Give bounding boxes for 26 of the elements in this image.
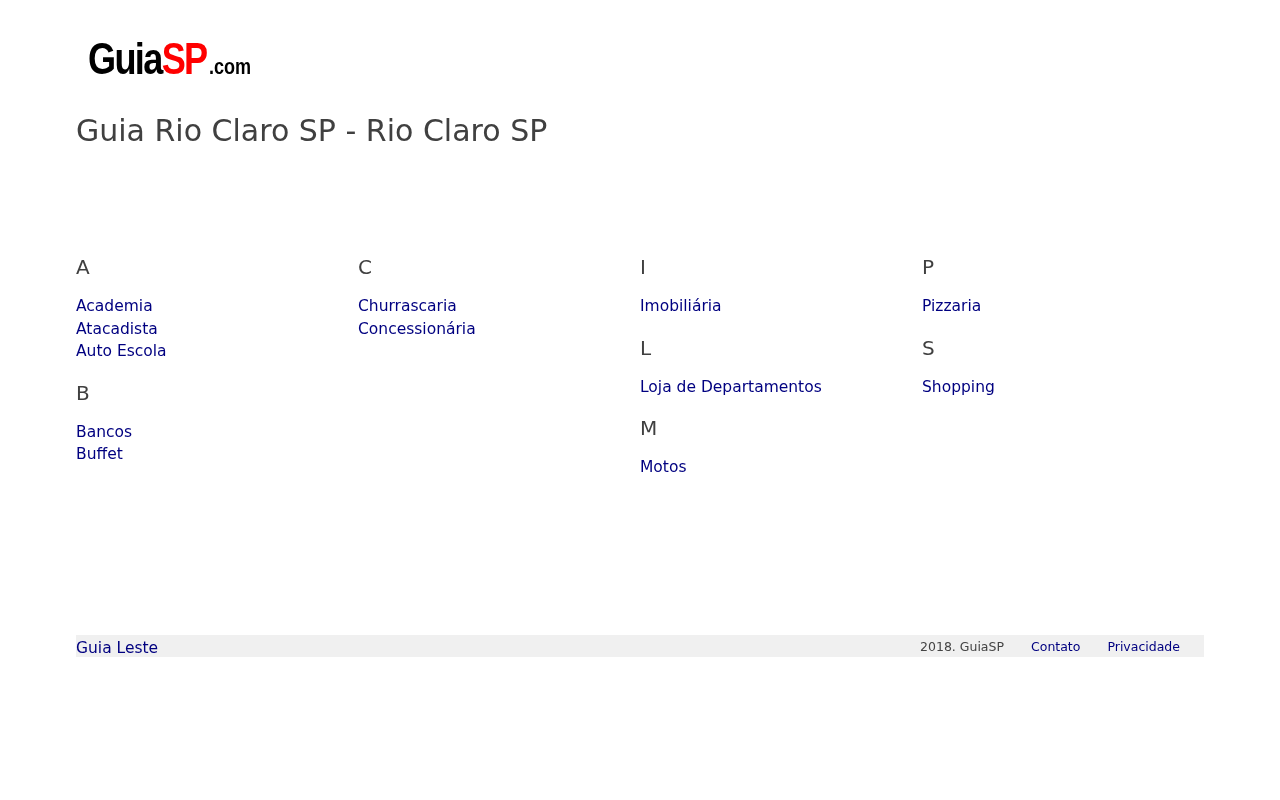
letter-heading: I [640, 255, 647, 279]
category-link[interactable]: Motos [640, 456, 687, 479]
category-link[interactable]: Imobiliária [640, 295, 722, 318]
letter-heading: A [76, 255, 91, 279]
letter-heading: L [640, 335, 653, 360]
letter-heading: B [76, 380, 91, 405]
copyright-text: 2018. GuiaSP [920, 638, 1004, 654]
letter-heading: M [640, 416, 659, 440]
footer-link[interactable]: Guia Leste [76, 635, 159, 657]
category-link[interactable]: Concessionária [358, 317, 476, 340]
page-title: Guia Rio Claro SP - Rio Claro SP [76, 112, 549, 150]
category-link[interactable]: Churrascaria [358, 295, 457, 318]
category-link[interactable]: Bancos [76, 420, 133, 443]
footer-link[interactable]: Contato [1031, 638, 1081, 654]
letter-heading: P [922, 255, 936, 279]
category-link[interactable]: Academia [76, 295, 153, 318]
footer-link[interactable]: Privacidade [1107, 638, 1180, 654]
category-link[interactable]: Shopping [922, 375, 995, 398]
category-link[interactable]: Loja de Departamentos [640, 375, 822, 398]
category-link[interactable]: Buffet [76, 443, 123, 466]
category-link[interactable]: Auto Escola [76, 340, 167, 363]
letter-heading: C [358, 255, 373, 279]
letter-heading: S [922, 335, 936, 360]
category-link[interactable]: Atacadista [76, 317, 158, 340]
logo[interactable]: GuiaSP.com [88, 36, 252, 90]
category-link[interactable]: Pizzaria [922, 295, 982, 318]
